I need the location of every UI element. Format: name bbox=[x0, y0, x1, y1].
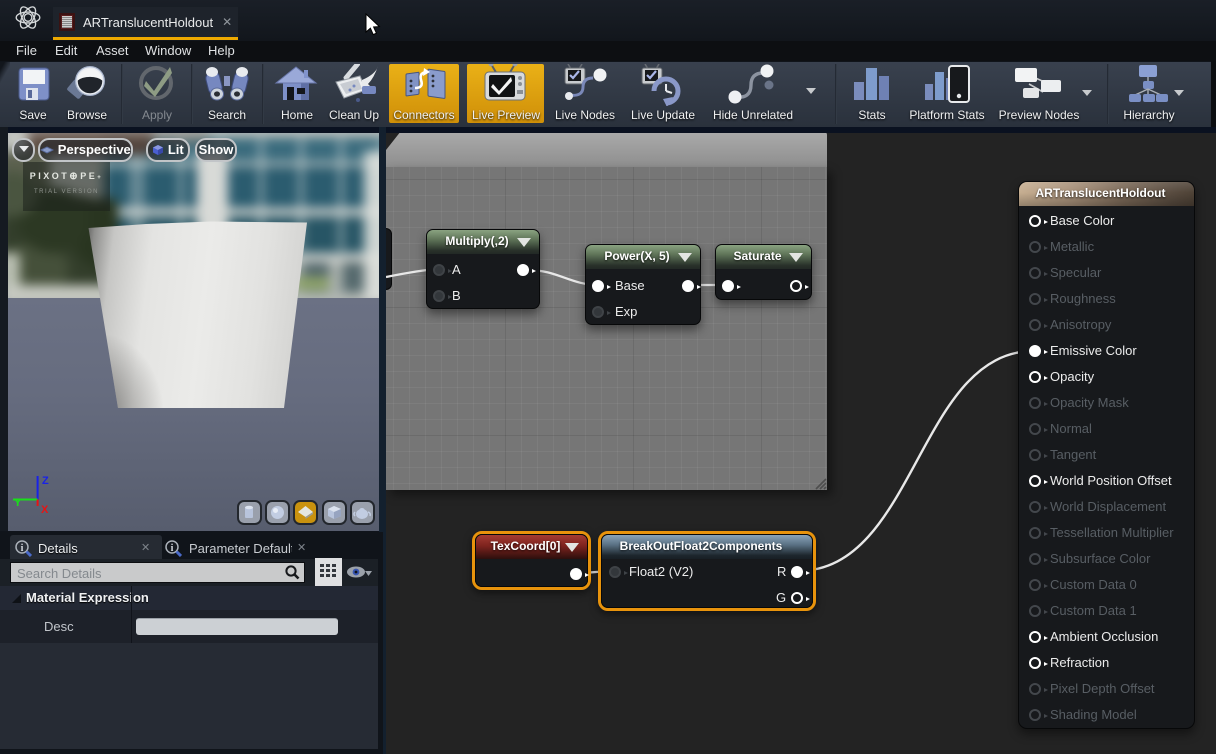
svg-text:i: i bbox=[171, 543, 174, 554]
svg-text:X: X bbox=[41, 504, 49, 516]
svg-text:i: i bbox=[21, 543, 24, 554]
svg-text:Y: Y bbox=[14, 497, 22, 509]
svg-text:Z: Z bbox=[42, 475, 49, 487]
